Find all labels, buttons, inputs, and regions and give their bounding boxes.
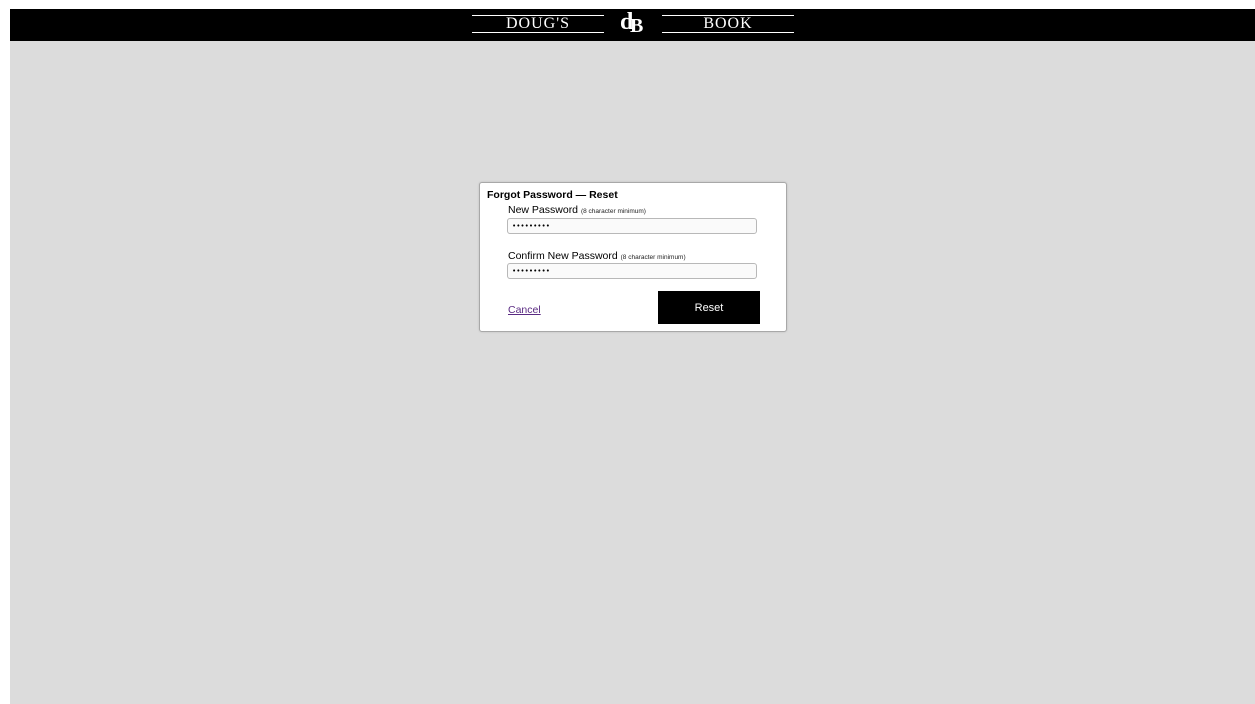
new-password-hint: (8 character minimum) xyxy=(580,208,646,215)
new-password-input[interactable]: ••••••••• xyxy=(507,218,757,234)
confirm-password-value: ••••••••• xyxy=(512,267,550,275)
site-logo[interactable]: DOUG'S d B BOOK xyxy=(472,9,794,41)
logo-word-left: DOUG'S xyxy=(506,15,570,32)
cancel-link[interactable]: Cancel xyxy=(508,304,541,316)
logo-word-right: BOOK xyxy=(703,15,753,32)
confirm-password-input[interactable]: ••••••••• xyxy=(507,263,757,279)
dialog-title: Forgot Password — Reset xyxy=(487,189,618,201)
reset-button[interactable]: Reset xyxy=(658,291,760,324)
site-header: DOUG'S d B BOOK xyxy=(10,9,1255,41)
logo-monogram: d B xyxy=(620,9,650,39)
logo-monogram-b: B xyxy=(630,15,644,37)
page-background: DOUG'S d B BOOK Forgot Password — Reset … xyxy=(10,9,1255,704)
confirm-password-label-text: Confirm New Password xyxy=(508,250,618,262)
new-password-label-text: New Password xyxy=(508,204,579,216)
confirm-password-label: Confirm New Password (8 character minimu… xyxy=(508,250,686,262)
new-password-label: New Password (8 character minimum) xyxy=(508,204,646,216)
reset-password-dialog: Forgot Password — Reset New Password (8 … xyxy=(479,182,787,332)
new-password-value: ••••••••• xyxy=(512,222,550,230)
confirm-password-hint: (8 character minimum) xyxy=(620,254,686,261)
